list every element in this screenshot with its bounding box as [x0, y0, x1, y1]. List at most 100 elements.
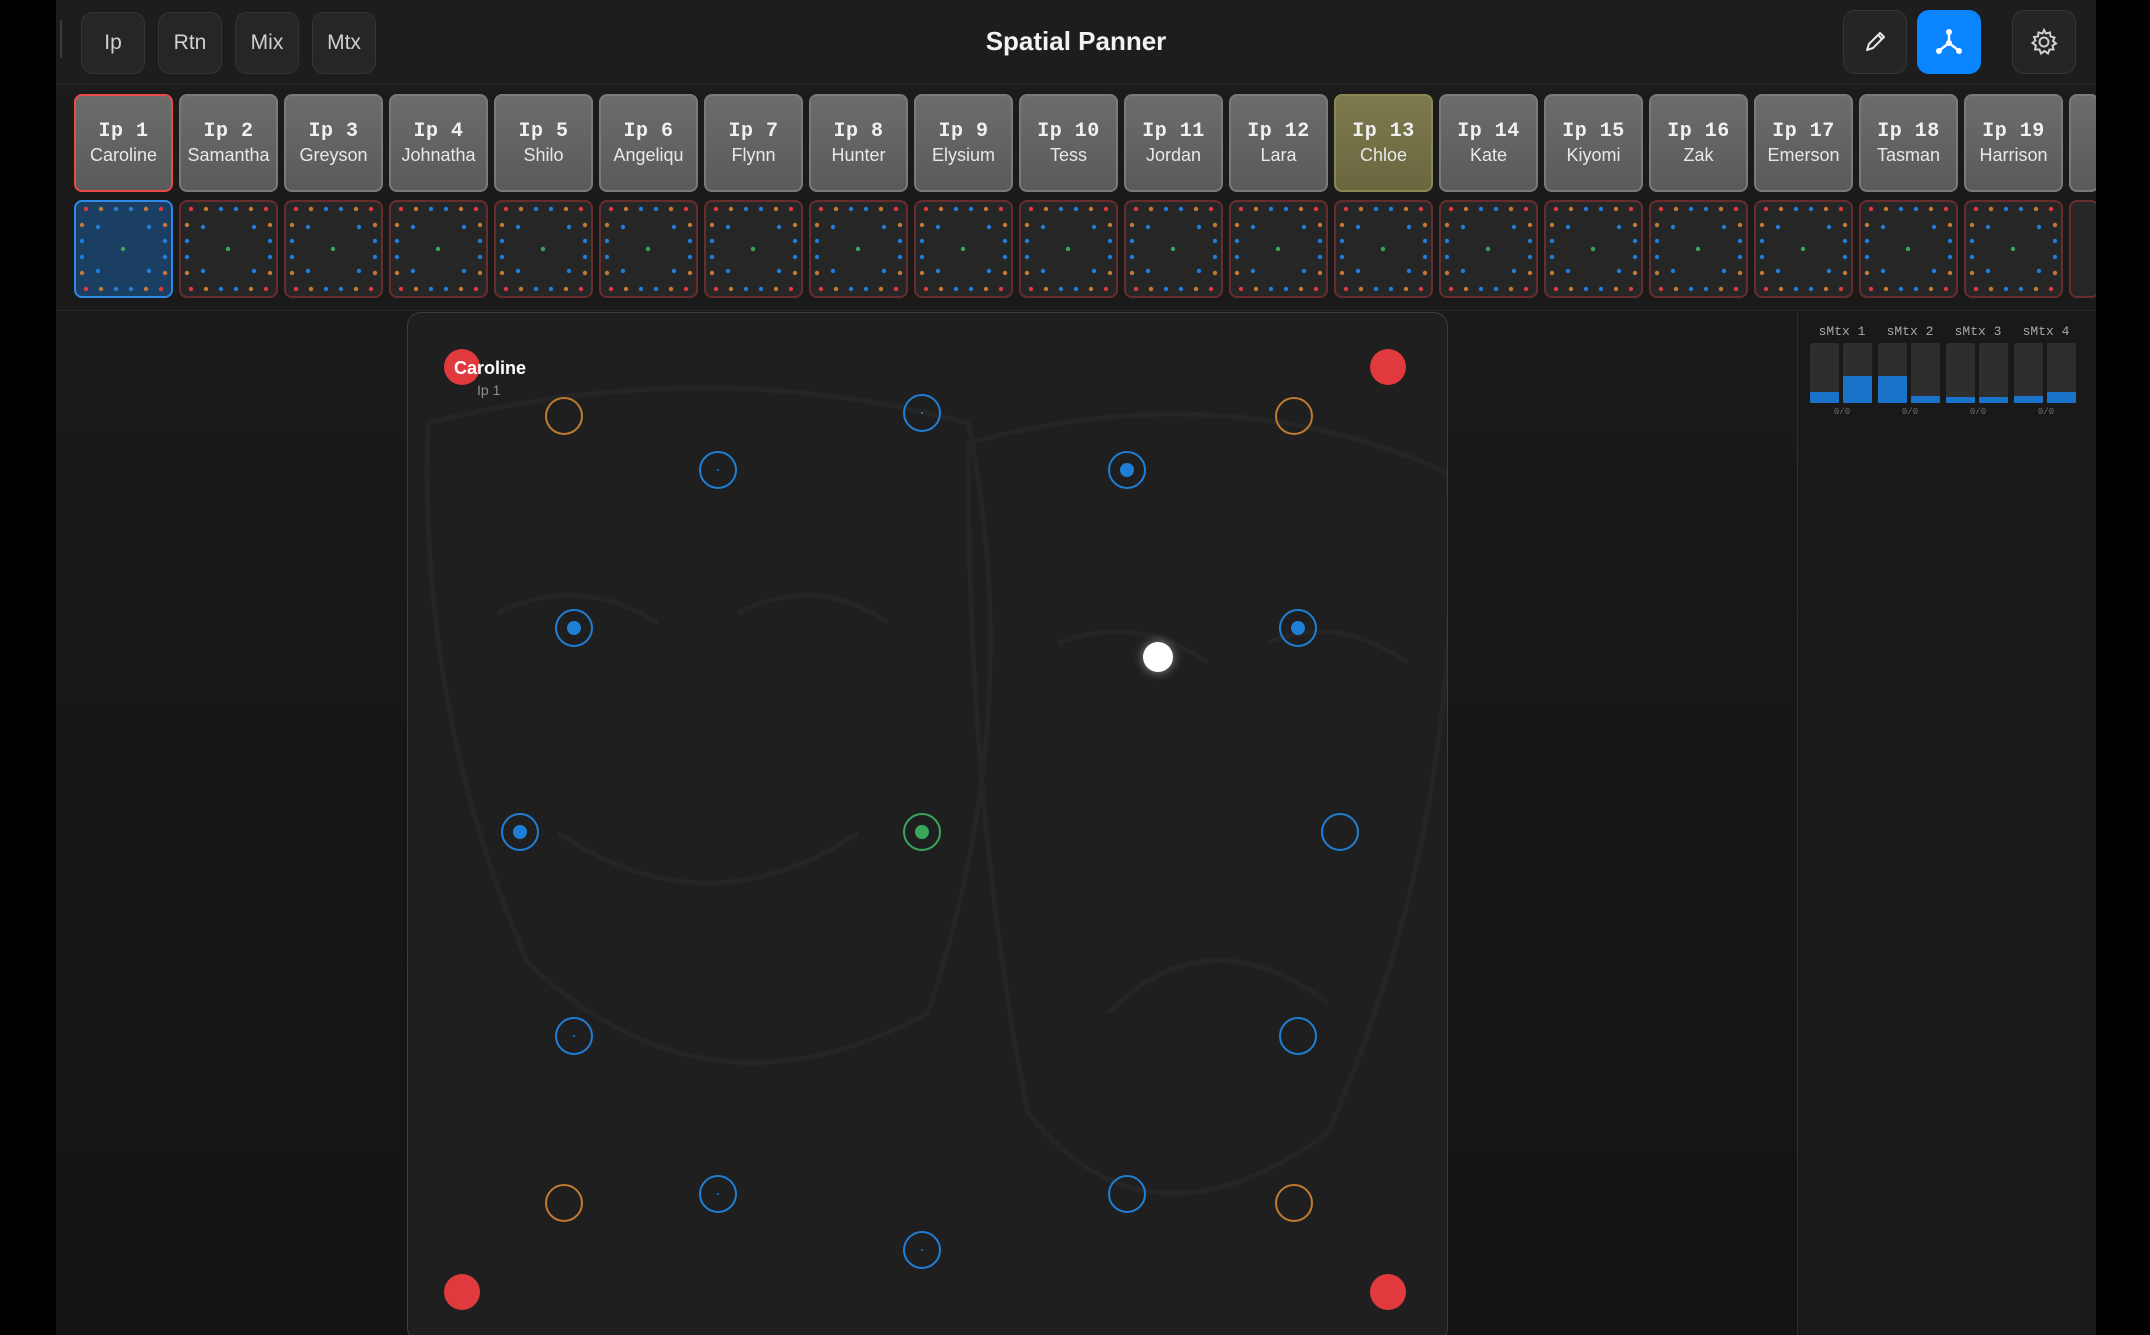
- input-channel-button[interactable]: Ip 10 Tess: [1019, 94, 1118, 192]
- channel-name: Flynn: [731, 145, 776, 165]
- channel-minimap[interactable]: [1544, 200, 1643, 298]
- input-channel-button[interactable]: Ip 15 Kiyomi: [1544, 94, 1643, 192]
- input-channel-button[interactable]: Ip 11 Jordan: [1124, 94, 1223, 192]
- blue-speaker-node[interactable]: [699, 451, 737, 489]
- meter-value: 0/0: [2037, 407, 2055, 417]
- channel-minimap[interactable]: [1754, 200, 1853, 298]
- channel-minimap[interactable]: [1019, 200, 1118, 298]
- meter-value: 0/0: [1833, 407, 1851, 417]
- channel-minimap-partial[interactable]: [2069, 200, 2096, 298]
- meter-fill: [1911, 395, 1940, 403]
- input-channel-button[interactable]: Ip 6 Angeliqu: [599, 94, 698, 192]
- channel-number: Ip 6: [623, 120, 674, 143]
- meter-fill: [1878, 376, 1907, 403]
- minimap-dots: [79, 206, 168, 292]
- minimap-dots: [1654, 206, 1743, 292]
- minimap-dots: [394, 206, 483, 292]
- spatial-view-button[interactable]: [1917, 10, 1981, 74]
- channel-minimap[interactable]: [179, 200, 278, 298]
- channel-number: Ip 4: [413, 120, 464, 143]
- channel-name: Hunter: [831, 145, 886, 165]
- orange-speaker-node[interactable]: [1275, 1184, 1313, 1222]
- channel-number: Ip 10: [1037, 120, 1100, 143]
- blue-speaker-node[interactable]: [555, 609, 593, 647]
- channel-minimap[interactable]: [1334, 200, 1433, 298]
- channel-number: Ip 7: [728, 120, 779, 143]
- channel-minimap[interactable]: [809, 200, 908, 298]
- green-speaker-node[interactable]: [903, 813, 941, 851]
- blue-speaker-node[interactable]: [1108, 451, 1146, 489]
- settings-button[interactable]: [2012, 10, 2076, 74]
- input-channel-button-partial[interactable]: [2069, 94, 2096, 192]
- orange-speaker-node[interactable]: [1275, 397, 1313, 435]
- input-channel-button[interactable]: Ip 8 Hunter: [809, 94, 908, 192]
- minimap-dots: [184, 206, 273, 292]
- input-channel-button[interactable]: Ip 13 Chloe: [1334, 94, 1433, 192]
- channel-number: Ip 8: [833, 120, 884, 143]
- corner-anchor-top-right[interactable]: [1370, 349, 1406, 385]
- channel-name: Kate: [1469, 145, 1508, 165]
- channel-minimap[interactable]: [1439, 200, 1538, 298]
- input-channel-button[interactable]: Ip 17 Emerson: [1754, 94, 1853, 192]
- input-channel-button[interactable]: Ip 18 Tasman: [1859, 94, 1958, 192]
- minimap-dots: [1024, 206, 1113, 292]
- input-channel-button[interactable]: Ip 14 Kate: [1439, 94, 1538, 192]
- blue-speaker-node[interactable]: [555, 1017, 593, 1055]
- channel-number: Ip 14: [1457, 120, 1520, 143]
- channel-name: Emerson: [1767, 145, 1840, 165]
- corner-anchor-bottom-right[interactable]: [1370, 1274, 1406, 1310]
- channel-minimap[interactable]: [704, 200, 803, 298]
- blue-speaker-node[interactable]: [1279, 1017, 1317, 1055]
- input-channel-button[interactable]: Ip 9 Elysium: [914, 94, 1013, 192]
- meter-bar: [1979, 343, 2008, 403]
- blue-speaker-node[interactable]: [903, 394, 941, 432]
- input-channel-button[interactable]: Ip 2 Samantha: [179, 94, 278, 192]
- blue-speaker-node[interactable]: [903, 1231, 941, 1269]
- panner-canvas[interactable]: Caroline Ip 1: [407, 312, 1448, 1335]
- speaker-level-dot: [573, 1035, 575, 1037]
- input-channel-button[interactable]: Ip 3 Greyson: [284, 94, 383, 192]
- speaker-level-dot: [921, 412, 923, 414]
- left-bezel: [0, 0, 56, 1335]
- channel-minimap[interactable]: [74, 200, 173, 298]
- page-title: Spatial Panner: [985, 26, 1167, 56]
- blue-speaker-node[interactable]: [1108, 1175, 1146, 1213]
- meter-fill: [1946, 397, 1975, 403]
- channel-minimap[interactable]: [389, 200, 488, 298]
- minimap-dots: [604, 206, 693, 292]
- input-channel-button[interactable]: Ip 16 Zak: [1649, 94, 1748, 192]
- channel-minimap[interactable]: [1964, 200, 2063, 298]
- input-channel-button[interactable]: Ip 12 Lara: [1229, 94, 1328, 192]
- input-channel-button[interactable]: Ip 7 Flynn: [704, 94, 803, 192]
- orange-speaker-node[interactable]: [545, 1184, 583, 1222]
- channel-minimap[interactable]: [494, 200, 593, 298]
- blue-speaker-node[interactable]: [501, 813, 539, 851]
- meter-fill: [1810, 392, 1839, 403]
- channel-minimap[interactable]: [1859, 200, 1958, 298]
- blue-speaker-node[interactable]: [1279, 609, 1317, 647]
- meter-bar: [1878, 343, 1907, 403]
- source-position-handle[interactable]: [1143, 642, 1173, 672]
- minimap-dots: [1339, 206, 1428, 292]
- corner-anchor-bottom-left[interactable]: [444, 1274, 480, 1310]
- meter-fill: [2014, 395, 2043, 403]
- meter-fill: [2047, 392, 2076, 403]
- minimap-dots: [1129, 206, 1218, 292]
- input-channel-button[interactable]: Ip 1 Caroline: [74, 94, 173, 192]
- channel-minimap[interactable]: [284, 200, 383, 298]
- input-channel-button[interactable]: Ip 5 Shilo: [494, 94, 593, 192]
- channel-number: Ip 15: [1562, 120, 1625, 143]
- edit-button[interactable]: [1843, 10, 1907, 74]
- channel-minimap[interactable]: [1124, 200, 1223, 298]
- meter-bar: [1843, 343, 1872, 403]
- channel-minimap[interactable]: [1229, 200, 1328, 298]
- channel-minimap[interactable]: [914, 200, 1013, 298]
- minimap-dots: [1969, 206, 2058, 292]
- orange-speaker-node[interactable]: [545, 397, 583, 435]
- blue-speaker-node[interactable]: [1321, 813, 1359, 851]
- channel-minimap[interactable]: [599, 200, 698, 298]
- blue-speaker-node[interactable]: [699, 1175, 737, 1213]
- channel-minimap[interactable]: [1649, 200, 1748, 298]
- input-channel-button[interactable]: Ip 4 Johnatha: [389, 94, 488, 192]
- input-channel-button[interactable]: Ip 19 Harrison: [1964, 94, 2063, 192]
